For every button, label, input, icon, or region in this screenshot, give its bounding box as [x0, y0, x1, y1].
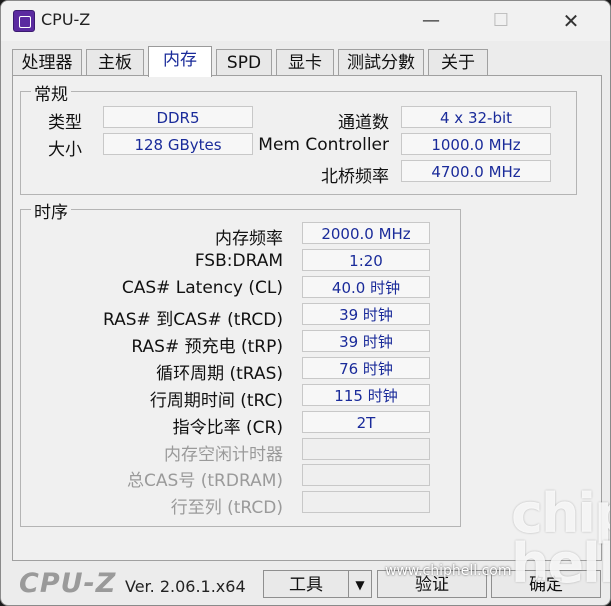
chiphell-watermark: chip hell [511, 482, 611, 595]
tab-mainboard[interactable]: 主板 [86, 49, 144, 75]
cpuz-app-icon [13, 10, 35, 32]
timing-label: RAS# 到CAS# (tRCD) [103, 310, 283, 330]
timing-value: 40.0 时钟 [302, 276, 430, 298]
timing-label: 内存空闲计时器 [164, 445, 283, 465]
channels-label: 通道数 [338, 113, 389, 133]
timing-value [302, 464, 430, 486]
northbridge-label: 北桥频率 [321, 167, 389, 187]
tab-strip: 处理器 主板 内存 SPD 显卡 测試分數 关于 [12, 46, 602, 77]
maximize-button[interactable]: ☐ [481, 7, 521, 35]
timing-label: 指令比率 (CR) [172, 418, 283, 438]
title-bar: CPU-Z — ☐ ✕ [1, 1, 610, 41]
timing-value: 39 时钟 [302, 303, 430, 325]
close-button[interactable]: ✕ [551, 7, 591, 35]
tab-bench[interactable]: 测試分數 [338, 49, 424, 75]
timing-value: 1:20 [302, 249, 430, 271]
timing-label: 行周期时间 (tRC) [149, 391, 283, 411]
general-group-title: 常规 [31, 80, 71, 105]
timings-group-title: 时序 [31, 198, 71, 223]
tab-spd[interactable]: SPD [216, 49, 272, 75]
tab-about[interactable]: 关于 [428, 49, 488, 75]
window-title: CPU-Z [41, 10, 91, 29]
minimize-button[interactable]: — [411, 7, 451, 35]
timing-label: 内存频率 [215, 229, 283, 249]
northbridge-value: 4700.0 MHz [401, 160, 551, 182]
type-value: DDR5 [103, 106, 253, 128]
timing-label: CAS# Latency (CL) [121, 278, 283, 298]
size-label: 大小 [48, 140, 82, 160]
timing-label: 总CAS号 (tRDRAM) [127, 471, 283, 491]
timing-value [302, 438, 430, 460]
general-group: 常规 类型 DDR5 大小 128 GBytes 通道数 4 x 32-bit … [20, 80, 577, 195]
chiphell-url-watermark: www.chiphell.com [385, 563, 512, 579]
timing-label: RAS# 预充电 (tRP) [131, 337, 283, 357]
type-label: 类型 [48, 113, 82, 133]
timing-label: FSB:DRAM [194, 251, 283, 271]
timing-value: 76 时钟 [302, 357, 430, 379]
timing-value: 39 时钟 [302, 330, 430, 352]
timings-group: 时序 内存频率 2000.0 MHz FSB:DRAM 1:20 CAS# La… [20, 198, 461, 527]
tab-cpu[interactable]: 处理器 [12, 49, 82, 75]
tools-dropdown-icon[interactable]: ▼ [348, 570, 372, 598]
size-value: 128 GBytes [103, 133, 253, 155]
mem-controller-label: Mem Controller [258, 135, 389, 155]
cpuz-logo: CPU-Z [19, 568, 117, 599]
timing-label: 循环周期 (tRAS) [156, 364, 283, 384]
timing-label: 行至列 (tRCD) [170, 498, 283, 518]
mem-controller-value: 1000.0 MHz [401, 133, 551, 155]
timing-value: 115 时钟 [302, 384, 430, 406]
version-text: Ver. 2.06.1.x64 [125, 577, 246, 596]
cpuz-window: CPU-Z — ☐ ✕ 处理器 主板 内存 SPD 显卡 测試分數 关于 常规 … [0, 0, 611, 606]
channels-value: 4 x 32-bit [401, 106, 551, 128]
tab-graphics[interactable]: 显卡 [276, 49, 334, 75]
tab-memory[interactable]: 内存 [148, 46, 212, 77]
tools-button[interactable]: 工具 [263, 570, 349, 598]
timing-value: 2T [302, 411, 430, 433]
timing-value [302, 491, 430, 513]
timing-value: 2000.0 MHz [302, 222, 430, 244]
